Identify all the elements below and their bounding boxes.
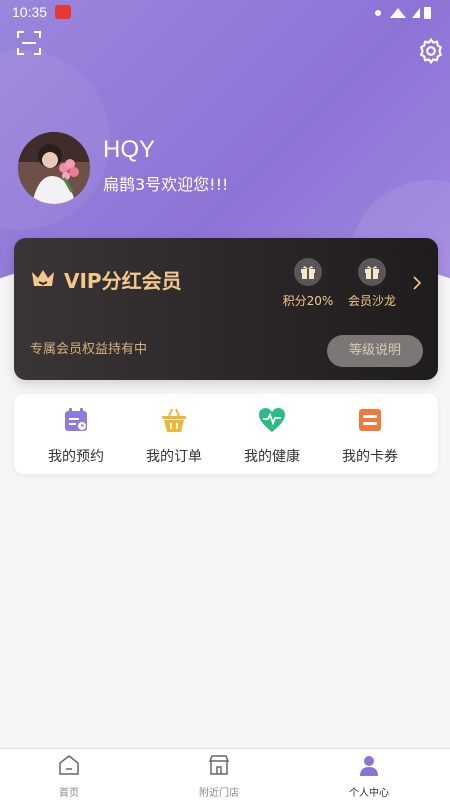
tab-nearby-stores[interactable]: 附近门店: [174, 754, 264, 799]
status-bar: 10:35: [0, 0, 450, 26]
bottom-tab-bar: 首页 附近门店 个人中心: [0, 748, 450, 801]
status-time: 10:35: [12, 4, 48, 20]
quick-action-label: 我的订单: [146, 449, 202, 465]
store-icon: [208, 755, 230, 775]
my-coupons-button[interactable]: 我的卡券: [330, 406, 410, 466]
my-health-button[interactable]: 我的健康: [232, 406, 312, 466]
tab-label: 首页: [59, 788, 79, 799]
perk-points[interactable]: 积分20%: [273, 258, 343, 309]
perk-label: 会员沙龙: [347, 294, 396, 308]
my-appointments-button[interactable]: 我的预约: [36, 406, 116, 466]
notification-icon: [55, 5, 71, 19]
perk-salon[interactable]: 会员沙龙: [337, 258, 407, 309]
wallet-icon: [359, 409, 381, 431]
vip-subtitle: 专属会员权益持有中: [30, 342, 148, 357]
crown-icon: [32, 270, 54, 286]
avatar[interactable]: [18, 132, 90, 204]
vip-title: VIP分红会员: [64, 269, 182, 293]
tab-profile[interactable]: 个人中心: [324, 754, 414, 799]
level-info-button[interactable]: 等级说明: [327, 335, 423, 367]
quick-action-label: 我的卡券: [342, 449, 398, 465]
tab-label: 附近门店: [199, 788, 239, 799]
quick-action-label: 我的预约: [48, 449, 104, 465]
user-name: HQY: [103, 136, 156, 163]
chevron-right-icon[interactable]: [411, 276, 423, 290]
calendar-icon: [65, 408, 87, 431]
gift-icon: [358, 258, 386, 286]
quick-actions-panel: 我的预约 我的订单 我的健康 我的卡券: [14, 394, 438, 474]
avatar-photo: [18, 132, 90, 204]
quick-action-label: 我的健康: [244, 449, 300, 465]
my-orders-button[interactable]: 我的订单: [134, 406, 214, 466]
welcome-text: 扁鹊3号欢迎您!!!: [103, 175, 229, 194]
user-icon: [360, 756, 378, 776]
vip-membership-card[interactable]: VIP分红会员 积分20% 会员沙龙 专属会员权益持有中 等级说明: [14, 238, 438, 380]
gear-icon[interactable]: [418, 38, 444, 64]
tab-label: 个人中心: [349, 788, 389, 799]
system-status-icons: [375, 7, 431, 19]
heart-pulse-icon: [259, 408, 285, 432]
perk-label: 积分20%: [282, 294, 334, 308]
tab-home[interactable]: 首页: [24, 754, 114, 799]
home-icon: [59, 755, 79, 775]
basket-icon: [162, 408, 186, 432]
scan-icon[interactable]: [17, 31, 41, 55]
gift-icon: [294, 258, 322, 286]
